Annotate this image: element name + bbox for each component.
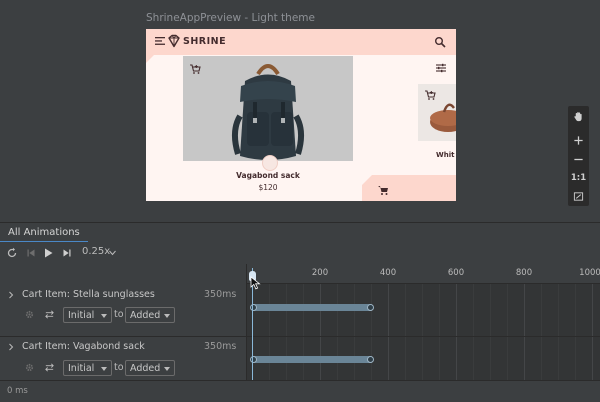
timeline: 200 400 600 800 1000 Cart Item: Stella s… (0, 264, 600, 380)
mouse-cursor-icon (250, 276, 261, 290)
replay-icon[interactable] (6, 247, 18, 259)
to-label: to (114, 309, 124, 320)
backpack-image (183, 56, 353, 161)
ruler-label-1000: 1000 (579, 268, 600, 278)
add-shopping-cart-icon[interactable] (424, 89, 436, 101)
keyframe-end[interactable] (367, 304, 374, 311)
ruler-label-800: 800 (515, 268, 533, 278)
zoom-actual-size-label: 1:1 (570, 173, 587, 183)
preview-area: ShrineAppPreview - Light theme SHRINE Va… (0, 0, 600, 222)
skip-start-icon[interactable] (25, 247, 37, 259)
device-preview[interactable]: SHRINE Vagabond sack $120 Whit (146, 29, 456, 201)
current-time: 0 ms (7, 386, 28, 396)
ruler-label-400: 400 (379, 268, 397, 278)
cart-tab[interactable] (362, 175, 456, 201)
brand-name: SHRINE (183, 36, 227, 47)
grid-line (354, 284, 355, 380)
from-state-value: Initial (68, 363, 95, 374)
menu-icon[interactable] (154, 35, 166, 47)
grid-line (422, 284, 423, 380)
product-image-backpack[interactable] (183, 56, 353, 161)
app-bar: SHRINE (146, 29, 456, 55)
product-name: Vagabond sack (236, 171, 300, 180)
filter-icon[interactable] (435, 62, 447, 74)
shrine-logo-icon (168, 34, 180, 48)
zoom-actual-size-button[interactable]: 1:1 (568, 168, 589, 188)
product-price: $120 (258, 183, 278, 192)
animation-bar[interactable] (250, 304, 374, 311)
row-title[interactable]: Cart Item: Vagabond sack (22, 341, 145, 352)
skip-end-icon[interactable] (61, 247, 73, 259)
time-ruler[interactable]: 200 400 600 800 1000 (247, 264, 600, 284)
grid-line (269, 284, 270, 380)
zoom-out-icon[interactable] (568, 149, 589, 169)
row-duration: 350ms (204, 289, 237, 300)
fit-screen-icon[interactable] (568, 186, 589, 206)
row-duration: 350ms (204, 341, 237, 352)
to-label: to (114, 362, 124, 373)
keyframe-end[interactable] (367, 356, 374, 363)
grid-line (439, 284, 440, 380)
swap-icon[interactable] (44, 362, 55, 373)
zoom-toolbar: 1:1 (568, 106, 589, 206)
zoom-in-icon[interactable] (568, 130, 589, 150)
playback-speed[interactable]: 0.25x (82, 246, 110, 257)
chevron-right-icon[interactable] (7, 291, 15, 299)
chevron-right-icon[interactable] (7, 343, 15, 351)
to-state-dropdown[interactable]: Added (125, 307, 175, 323)
playback-controls: 0.25x (0, 242, 600, 264)
swap-icon[interactable] (44, 309, 55, 320)
add-shopping-cart-icon[interactable] (189, 63, 201, 75)
grid-line (473, 284, 474, 380)
play-icon[interactable] (42, 247, 54, 259)
appbar-cut-corner (146, 55, 154, 63)
to-state-value: Added (130, 310, 161, 321)
grid-line (558, 284, 559, 380)
grid-line (371, 284, 372, 380)
from-state-dropdown[interactable]: Initial (63, 360, 112, 376)
to-state-dropdown[interactable]: Added (125, 360, 175, 376)
grid-line (524, 284, 525, 380)
row-title[interactable]: Cart Item: Stella sunglasses (22, 289, 155, 300)
grid-line (320, 284, 321, 380)
grid-line (592, 284, 593, 380)
grid-line (286, 284, 287, 380)
grid-line (490, 284, 491, 380)
ruler-label-600: 600 (447, 268, 465, 278)
gear-icon[interactable] (24, 362, 35, 373)
from-state-value: Initial (68, 310, 95, 321)
vendor-avatar (262, 155, 278, 171)
to-state-value: Added (130, 363, 161, 374)
grid-line (337, 284, 338, 380)
from-state-dropdown[interactable]: Initial (63, 307, 112, 323)
shopping-cart-icon (378, 186, 388, 195)
grid-line (541, 284, 542, 380)
gear-icon[interactable] (24, 309, 35, 320)
animation-bar[interactable] (250, 356, 374, 363)
grid-line (507, 284, 508, 380)
status-footer: 0 ms (0, 380, 600, 402)
preview-title: ShrineAppPreview - Light theme (146, 12, 315, 24)
grid-line (405, 284, 406, 380)
ruler-label-200: 200 (311, 268, 329, 278)
search-icon[interactable] (434, 36, 446, 48)
product-name-second: Whit (436, 151, 455, 159)
tab-all-animations[interactable]: All Animations (0, 223, 88, 243)
grid-line (303, 284, 304, 380)
row-separator (0, 336, 600, 337)
grid-line (456, 284, 457, 380)
grid-line (388, 284, 389, 380)
pan-icon[interactable] (568, 106, 589, 126)
grid-line (575, 284, 576, 380)
tab-bar: All Animations (0, 222, 600, 243)
chevron-down-icon[interactable] (109, 250, 116, 256)
